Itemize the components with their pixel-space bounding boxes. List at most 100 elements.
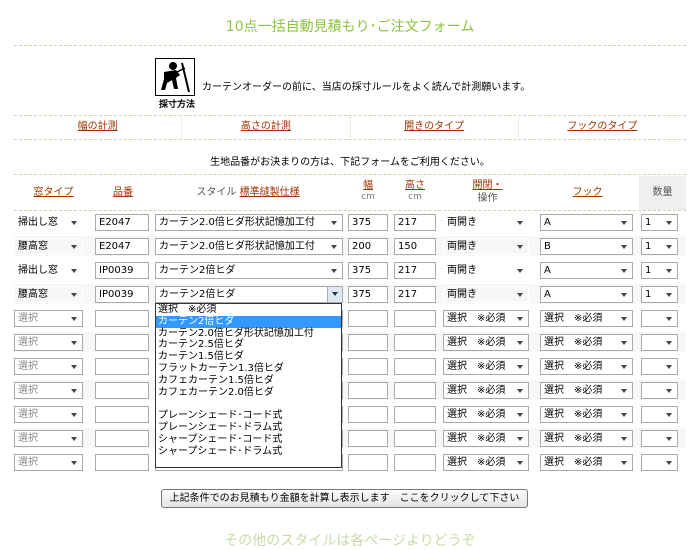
style-option[interactable]: プレーンシェード･ドラム式 <box>156 422 341 434</box>
header-opening-link[interactable]: 開閉・ <box>473 180 503 191</box>
style-dropdown-list[interactable]: 選択 ※必須 カーテン2倍ヒダ カーテン2.0倍ヒダ形状記憶加工付 カーテン2.5倍ヒ… <box>155 303 342 468</box>
chevron-down-icon[interactable] <box>327 287 342 302</box>
width-input[interactable] <box>348 358 388 375</box>
product-code-input[interactable] <box>95 334 149 351</box>
product-code-input[interactable] <box>95 406 149 423</box>
style-option[interactable]: カフェカーテン1.5倍ヒダ <box>156 375 341 387</box>
nav-width-link[interactable]: 幅の計測 <box>14 117 181 137</box>
hook-select[interactable]: A <box>540 214 633 231</box>
window-type-select[interactable]: 選択 <box>14 406 83 423</box>
header-height-link[interactable]: 高さ <box>405 180 425 191</box>
width-input[interactable] <box>348 310 388 327</box>
opening-select[interactable]: 選択 ※必須 <box>443 310 529 327</box>
product-code-input[interactable] <box>95 358 149 375</box>
style-option[interactable]: カーテン2.5倍ヒダ <box>156 339 341 351</box>
style-option[interactable]: フラットカーテン1.3倍ヒダ <box>156 363 341 375</box>
opening-select[interactable]: 選択 ※必須 <box>443 358 529 375</box>
nav-hook-type-link[interactable]: フックのタイプ <box>517 117 686 137</box>
quantity-select[interactable]: 1 <box>641 214 678 231</box>
style-option[interactable]: 選択 ※必須 <box>156 304 341 316</box>
width-input[interactable] <box>348 430 388 447</box>
product-code-input[interactable]: E2047 <box>95 238 149 255</box>
product-code-input[interactable] <box>95 382 149 399</box>
opening-select[interactable]: 選択 ※必須 <box>443 382 529 399</box>
hook-select[interactable]: 選択 ※必須 <box>540 334 633 351</box>
hook-select[interactable]: 選択 ※必須 <box>540 358 633 375</box>
hook-select[interactable]: A <box>540 262 633 279</box>
product-code-input[interactable]: IP0039 <box>95 262 149 279</box>
style-option[interactable]: カーテン2.0倍ヒダ形状記憶加工付 <box>156 328 341 340</box>
window-type-select[interactable]: 選択 <box>14 454 83 471</box>
header-hook-link[interactable]: フック <box>573 187 603 198</box>
quantity-select[interactable]: 1 <box>641 262 678 279</box>
product-code-input[interactable]: IP0039 <box>95 286 149 303</box>
window-type-select[interactable]: 掃出し窓 <box>14 262 83 279</box>
window-type-select[interactable]: 選択 <box>14 310 83 327</box>
style-option[interactable]: カフェカーテン2.0倍ヒダ <box>156 387 341 399</box>
window-type-select[interactable]: 選択 <box>14 358 83 375</box>
hook-select[interactable]: B <box>540 238 633 255</box>
quantity-select[interactable] <box>641 334 678 351</box>
hook-select[interactable]: 選択 ※必須 <box>540 430 633 447</box>
height-input[interactable] <box>394 358 436 375</box>
width-input[interactable]: 375 <box>348 262 388 279</box>
quantity-select[interactable] <box>641 382 678 399</box>
header-window-type-link[interactable]: 窓タイプ <box>34 187 74 198</box>
header-product-code-link[interactable]: 品番 <box>113 187 133 198</box>
window-type-select[interactable]: 腰高窓 <box>14 238 83 255</box>
style-option[interactable]: プレーンシェード･コード式 <box>156 410 341 422</box>
width-input[interactable] <box>348 334 388 351</box>
quantity-select[interactable]: 1 <box>641 286 678 303</box>
hook-select[interactable]: 選択 ※必須 <box>540 406 633 423</box>
style-option[interactable]: カーテン1.5倍ヒダ <box>156 351 341 363</box>
product-code-input[interactable] <box>95 310 149 327</box>
height-input[interactable]: 150 <box>394 238 436 255</box>
opening-select[interactable]: 両開き <box>443 238 529 255</box>
height-input[interactable] <box>394 430 436 447</box>
height-input[interactable] <box>394 334 436 351</box>
product-code-input[interactable] <box>95 454 149 471</box>
window-type-select[interactable]: 腰高窓 <box>14 286 83 303</box>
style-option[interactable]: シャープシェード･ドラム式 <box>156 446 341 458</box>
style-select[interactable]: カーテン2倍ヒダ <box>155 262 343 279</box>
measuring-method-link[interactable]: 採寸方法 <box>155 58 199 110</box>
width-input[interactable] <box>348 382 388 399</box>
opening-select[interactable]: 両開き <box>443 286 529 303</box>
hook-select[interactable]: A <box>540 286 633 303</box>
header-width-link[interactable]: 幅 <box>363 180 373 191</box>
window-type-select[interactable]: 選択 <box>14 430 83 447</box>
nav-height-link[interactable]: 高さの計測 <box>181 117 349 137</box>
height-input[interactable]: 217 <box>394 262 436 279</box>
hook-select[interactable]: 選択 ※必須 <box>540 382 633 399</box>
calculate-estimate-button[interactable]: 上記条件でのお見積もり金額を計算し表示します ここをクリックして下さい <box>161 489 528 508</box>
opening-select[interactable]: 選択 ※必須 <box>443 334 529 351</box>
opening-select[interactable]: 選択 ※必須 <box>443 406 529 423</box>
style-option[interactable] <box>156 398 341 410</box>
height-input[interactable] <box>394 406 436 423</box>
width-input[interactable]: 375 <box>348 214 388 231</box>
nav-opening-type-link[interactable]: 開きのタイプ <box>349 117 518 137</box>
quantity-select[interactable]: 1 <box>641 238 678 255</box>
quantity-select[interactable] <box>641 454 678 471</box>
style-select[interactable]: カーテン2倍ヒダ <box>155 286 343 303</box>
style-select[interactable]: カーテン2.0倍ヒダ形状記憶加工付 <box>155 214 343 231</box>
style-select[interactable]: カーテン2.0倍ヒダ形状記憶加工付 <box>155 238 343 255</box>
hook-select[interactable]: 選択 ※必須 <box>540 454 633 471</box>
width-input[interactable]: 375 <box>348 286 388 303</box>
height-input[interactable] <box>394 454 436 471</box>
opening-select[interactable]: 選択 ※必須 <box>443 430 529 447</box>
window-type-select[interactable]: 選択 <box>14 382 83 399</box>
window-type-select[interactable]: 掃出し窓 <box>14 214 83 231</box>
width-input[interactable] <box>348 406 388 423</box>
style-option[interactable]: シャープシェード･コード式 <box>156 434 341 446</box>
window-type-select[interactable]: 選択 <box>14 334 83 351</box>
style-option[interactable]: カーテン2倍ヒダ <box>156 315 341 328</box>
header-sewing-spec-link[interactable]: 標準縫製仕様 <box>240 187 300 198</box>
quantity-select[interactable] <box>641 406 678 423</box>
opening-select[interactable]: 両開き <box>443 214 529 231</box>
quantity-select[interactable] <box>641 358 678 375</box>
height-input[interactable]: 217 <box>394 286 436 303</box>
opening-select[interactable]: 選択 ※必須 <box>443 454 529 471</box>
quantity-select[interactable] <box>641 310 678 327</box>
height-input[interactable]: 217 <box>394 214 436 231</box>
